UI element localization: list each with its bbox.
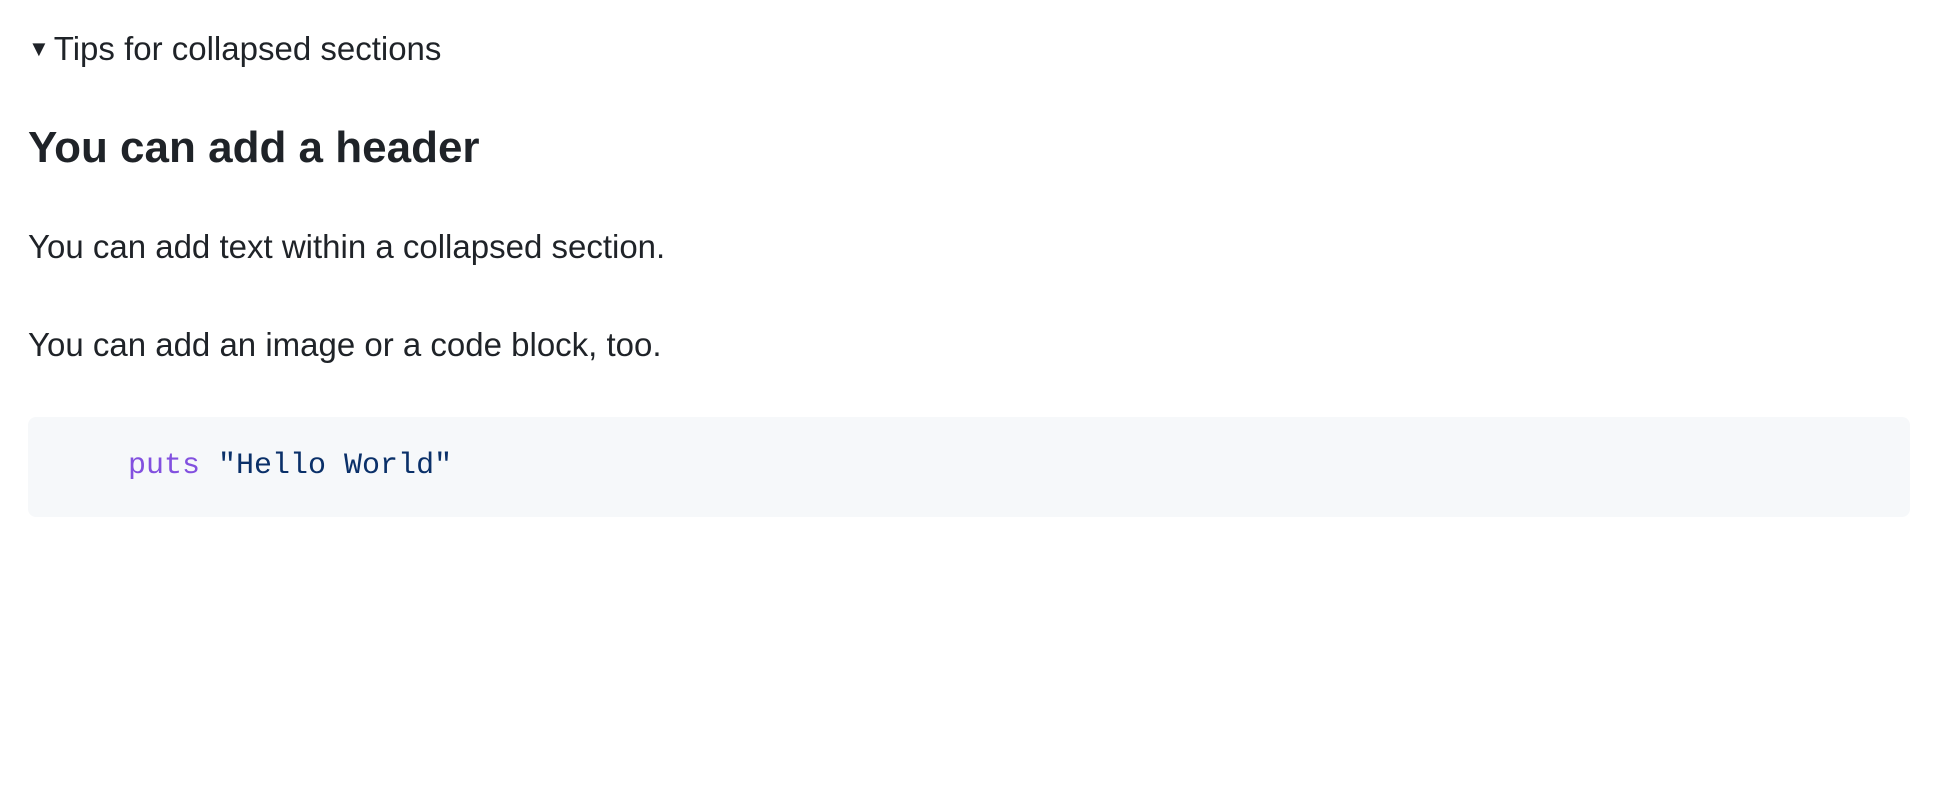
section-header: You can add a header [28, 122, 1910, 175]
details-summary[interactable]: ▼ Tips for collapsed sections [28, 24, 1910, 74]
code-string: "Hello World" [218, 449, 452, 483]
paragraph-1: You can add text within a collapsed sect… [28, 222, 1910, 272]
summary-label: Tips for collapsed sections [54, 24, 442, 74]
code-keyword: puts [128, 449, 200, 483]
code-block: puts "Hello World" [28, 417, 1910, 517]
paragraph-2: You can add an image or a code block, to… [28, 320, 1910, 370]
code-space [200, 449, 218, 483]
triangle-down-icon: ▼ [28, 38, 50, 60]
